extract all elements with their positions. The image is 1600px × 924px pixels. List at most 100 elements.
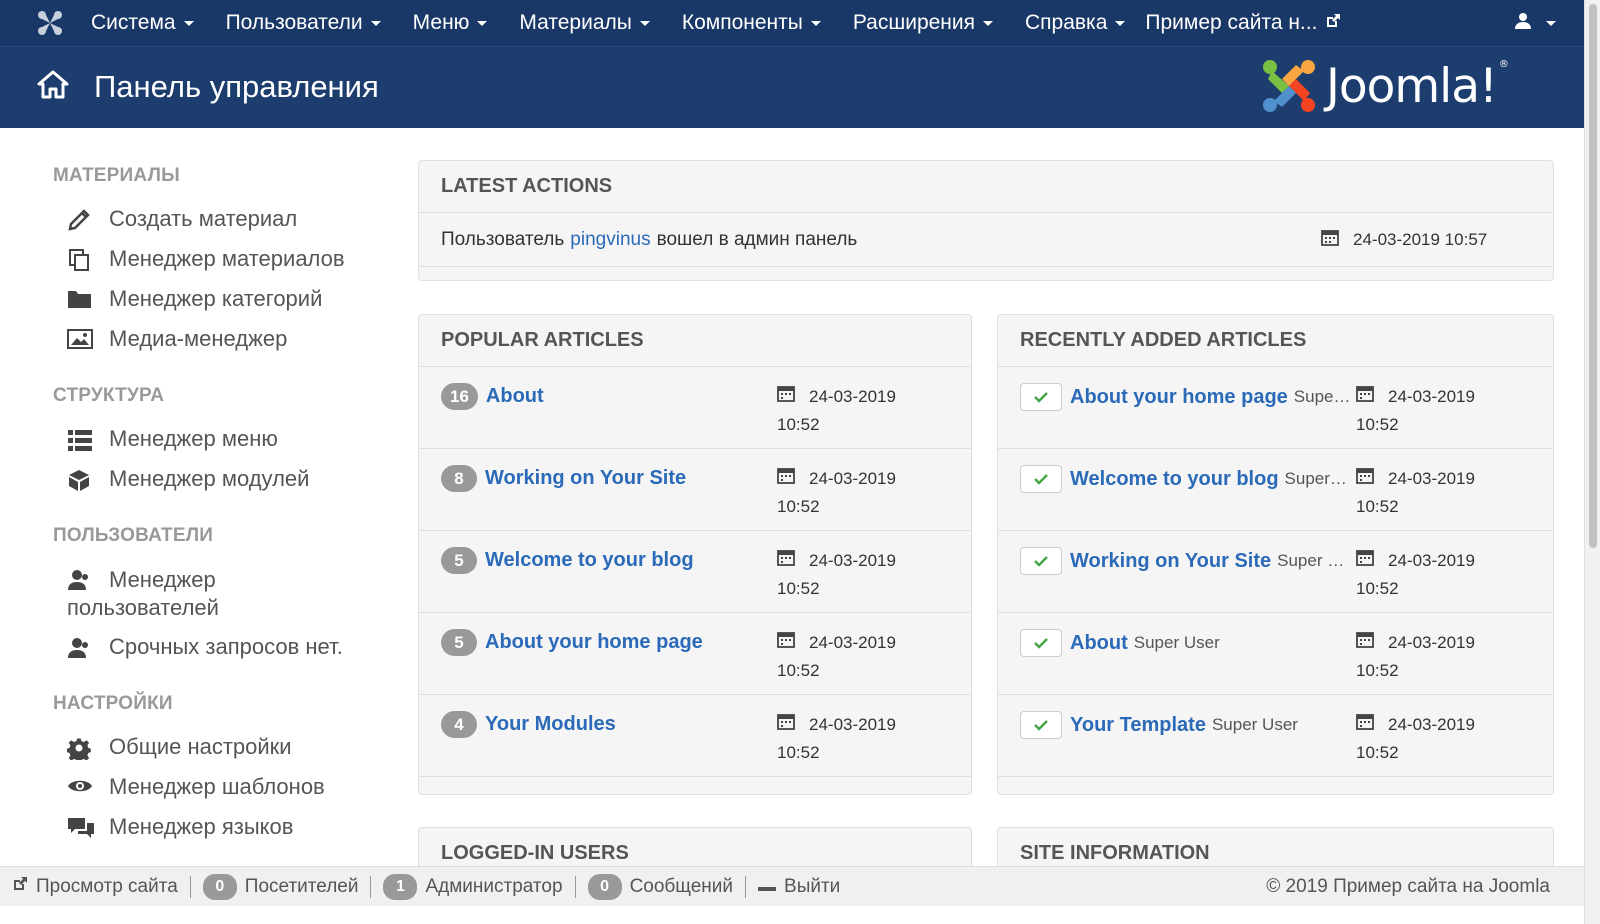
menu-system[interactable]: Система	[75, 0, 210, 46]
menu-users[interactable]: Пользователи	[210, 0, 397, 46]
sidebar: МАТЕРИАЛЫ Создать материал Менеджер мате…	[53, 160, 413, 874]
view-site-link[interactable]: Просмотр сайта	[0, 876, 190, 898]
scrollbar-thumb[interactable]	[1589, 4, 1597, 548]
sidebar-item-media-manager[interactable]: Медиа-менеджер	[67, 326, 413, 366]
logo-wordmark: Joomla!	[1326, 58, 1498, 114]
joomla-menu-icon[interactable]	[25, 0, 75, 46]
sidebar-heading: ПОЛЬЗОВАТЕЛИ	[53, 525, 214, 546]
article-date: 24-03-2019 10:52	[777, 383, 907, 439]
visitors-status[interactable]: 0 Посетителей	[191, 873, 371, 900]
popular-article-row: 5 About your home page 24-03-2019 10:52	[419, 613, 971, 695]
article-date: 24-03-2019 10:52	[777, 629, 907, 685]
sidebar-item-user-manager[interactable]: Менеджер пользователей	[67, 566, 413, 634]
site-link[interactable]: Пример сайта н...	[1141, 0, 1357, 46]
action-user-link[interactable]: pingvinus	[570, 229, 650, 251]
caret-down-icon	[183, 20, 194, 26]
messages-status[interactable]: 0 Сообщений	[576, 873, 745, 900]
article-link[interactable]: About	[1070, 632, 1128, 655]
status-bar: Просмотр сайта 0 Посетителей 1 Администр…	[0, 866, 1584, 906]
sidebar-section-users: ПОЛЬЗОВАТЕЛИ Менеджер пользователей Сроч…	[53, 526, 413, 674]
article-link[interactable]: Your Modules	[485, 713, 616, 736]
menu-extensions[interactable]: Расширения	[837, 0, 1009, 46]
article-time-text: 10:52	[777, 743, 820, 762]
article-link[interactable]: Welcome to your blog	[485, 549, 694, 572]
page-scrollbar[interactable]	[1584, 0, 1600, 924]
published-check-icon[interactable]	[1020, 547, 1062, 575]
sidebar-item-menu-manager[interactable]: Менеджер меню	[67, 426, 413, 466]
recent-articles-panel: RECENTLY ADDED ARTICLES About your home …	[997, 314, 1554, 795]
calendar-icon	[1356, 465, 1374, 493]
users-icon	[67, 566, 109, 594]
recent-article-row: About your home page Supe… 24-03-2019 10:…	[998, 367, 1553, 449]
sidebar-item-user-requests[interactable]: Срочных запросов нет.	[67, 634, 413, 674]
published-check-icon[interactable]	[1020, 629, 1062, 657]
calendar-icon	[1321, 228, 1339, 251]
calendar-icon	[777, 465, 795, 493]
caret-down-icon	[370, 20, 381, 26]
article-title-group: 5 About your home page	[441, 629, 703, 656]
sidebar-item-language-manager[interactable]: Менеджер языков	[67, 814, 413, 854]
article-date-text: 24-03-2019	[809, 551, 896, 570]
user-menu[interactable]	[1514, 0, 1556, 46]
article-time-text: 10:52	[777, 579, 820, 598]
sidebar-item-article-manager[interactable]: Менеджер материалов	[67, 246, 413, 286]
article-title-group: Working on Your Site Super …	[1020, 547, 1360, 575]
sidebar-item-category-manager[interactable]: Менеджер категорий	[67, 286, 413, 326]
published-check-icon[interactable]	[1020, 711, 1062, 739]
menu-label: Расширения	[852, 11, 975, 34]
article-link[interactable]: About your home page	[485, 631, 703, 654]
article-link[interactable]: Working on Your Site	[485, 467, 686, 490]
article-title-group: Your Template Super User	[1020, 711, 1360, 739]
sidebar-item-new-article[interactable]: Создать материал	[67, 206, 413, 246]
sidebar-item-template-manager[interactable]: Менеджер шаблонов	[67, 774, 413, 814]
popular-articles-panel: POPULAR ARTICLES 16 About 24-03-2019 10:5…	[418, 314, 972, 795]
image-icon	[67, 326, 109, 350]
sidebar-item-module-manager[interactable]: Менеджер модулей	[67, 466, 413, 506]
comments-icon	[67, 814, 109, 840]
calendar-icon	[777, 383, 795, 411]
menu-help[interactable]: Справка	[1009, 0, 1141, 46]
article-author: Super User	[1211, 715, 1298, 734]
menu-menus[interactable]: Меню	[397, 0, 504, 46]
calendar-icon	[1356, 629, 1374, 657]
article-date-text: 24-03-2019	[809, 387, 896, 406]
calendar-icon	[777, 547, 795, 575]
sidebar-heading: СТРУКТУРА	[53, 385, 165, 406]
external-link-icon	[12, 876, 28, 898]
article-title-group: About your home page Supe…	[1020, 383, 1360, 411]
popular-article-row: 4 Your Modules 24-03-2019 10:52	[419, 695, 971, 777]
article-link[interactable]: About	[486, 385, 544, 408]
top-navbar: Система Пользователи Меню Материалы Комп…	[0, 0, 1584, 46]
menu-label: Материалы	[519, 11, 632, 34]
article-author: Super…	[1284, 469, 1347, 488]
article-link[interactable]: About your home page	[1070, 386, 1288, 409]
article-link[interactable]: Your Template	[1070, 714, 1206, 737]
sidebar-item-label: Срочных запросов нет.	[109, 634, 343, 659]
admins-status[interactable]: 1 Администратор	[371, 873, 574, 900]
home-icon	[36, 69, 70, 106]
article-time-text: 10:52	[1356, 497, 1399, 516]
sidebar-item-global-config[interactable]: Общие настройки	[67, 734, 413, 774]
hits-badge: 16	[441, 383, 478, 410]
menu-components[interactable]: Компоненты	[666, 0, 837, 46]
article-author: Super …	[1277, 551, 1345, 570]
article-link[interactable]: Welcome to your blog	[1070, 468, 1279, 491]
article-title-group: About Super User	[1020, 629, 1360, 657]
action-row: Пользователь pingvinus вошел в админ пан…	[419, 213, 1553, 267]
article-link[interactable]: Working on Your Site	[1070, 550, 1271, 573]
logout-link[interactable]: Выйти	[746, 876, 852, 898]
menu-content[interactable]: Материалы	[503, 0, 665, 46]
recent-article-row: About Super User 24-03-2019 10:52	[998, 613, 1553, 695]
article-date-text: 24-03-2019	[1388, 633, 1475, 652]
latest-actions-panel: LATEST ACTIONS Пользователь pingvinus во…	[418, 160, 1554, 281]
joomla-logo: Joomla! ®	[1260, 57, 1509, 115]
published-check-icon[interactable]	[1020, 465, 1062, 493]
caret-down-icon	[639, 20, 650, 26]
recent-article-row: Working on Your Site Super … 24-03-2019 1…	[998, 531, 1553, 613]
published-check-icon[interactable]	[1020, 383, 1062, 411]
main-menu: Система Пользователи Меню Материалы Комп…	[75, 0, 1357, 46]
calendar-icon	[777, 711, 795, 739]
article-time-text: 10:52	[1356, 415, 1399, 434]
copy-icon	[67, 246, 109, 272]
messages-label: Сообщений	[629, 875, 734, 897]
